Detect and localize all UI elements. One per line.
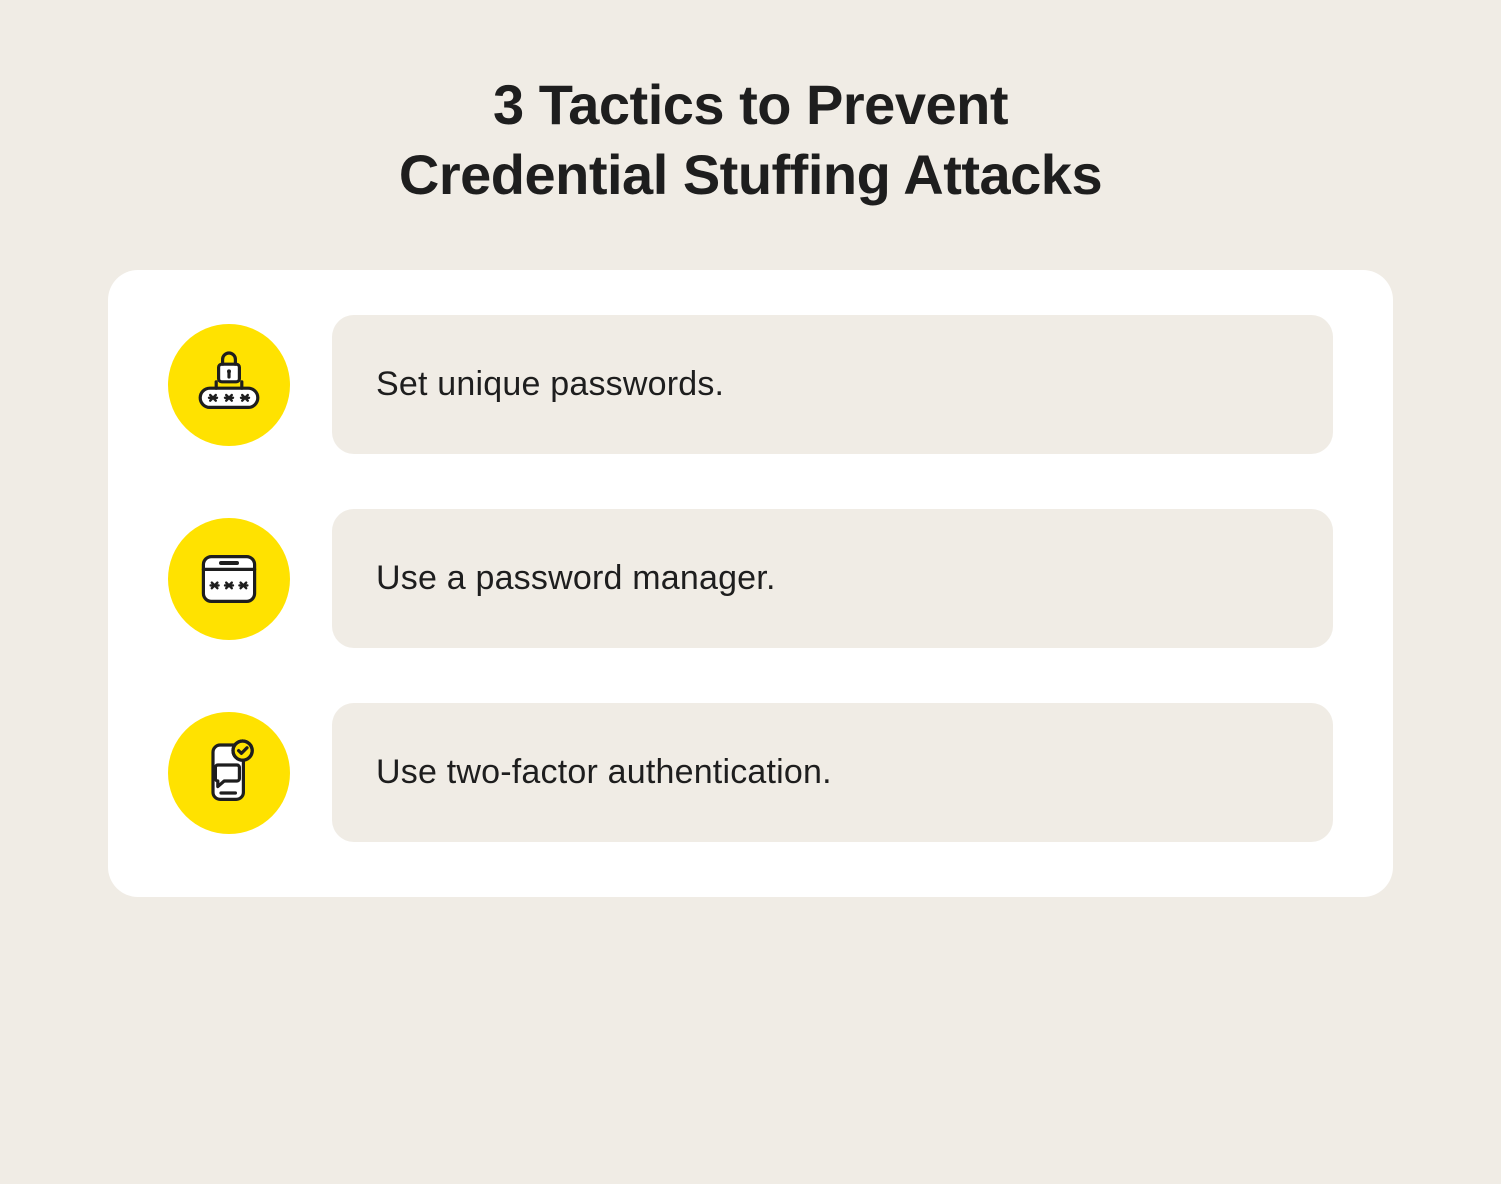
tactic-row: Use a password manager. (168, 509, 1333, 648)
tactic-text: Set unique passwords. (332, 315, 1333, 454)
tactic-text: Use a password manager. (332, 509, 1333, 648)
two-factor-icon (168, 712, 290, 834)
password-lock-icon (168, 324, 290, 446)
password-manager-icon (168, 518, 290, 640)
tactic-text: Use two-factor authentication. (332, 703, 1333, 842)
tactic-row: Use two-factor authentication. (168, 703, 1333, 842)
tactics-card: Set unique passwords. (108, 270, 1393, 897)
tactic-row: Set unique passwords. (168, 315, 1333, 454)
page-title: 3 Tactics to PreventCredential Stuffing … (399, 70, 1102, 210)
